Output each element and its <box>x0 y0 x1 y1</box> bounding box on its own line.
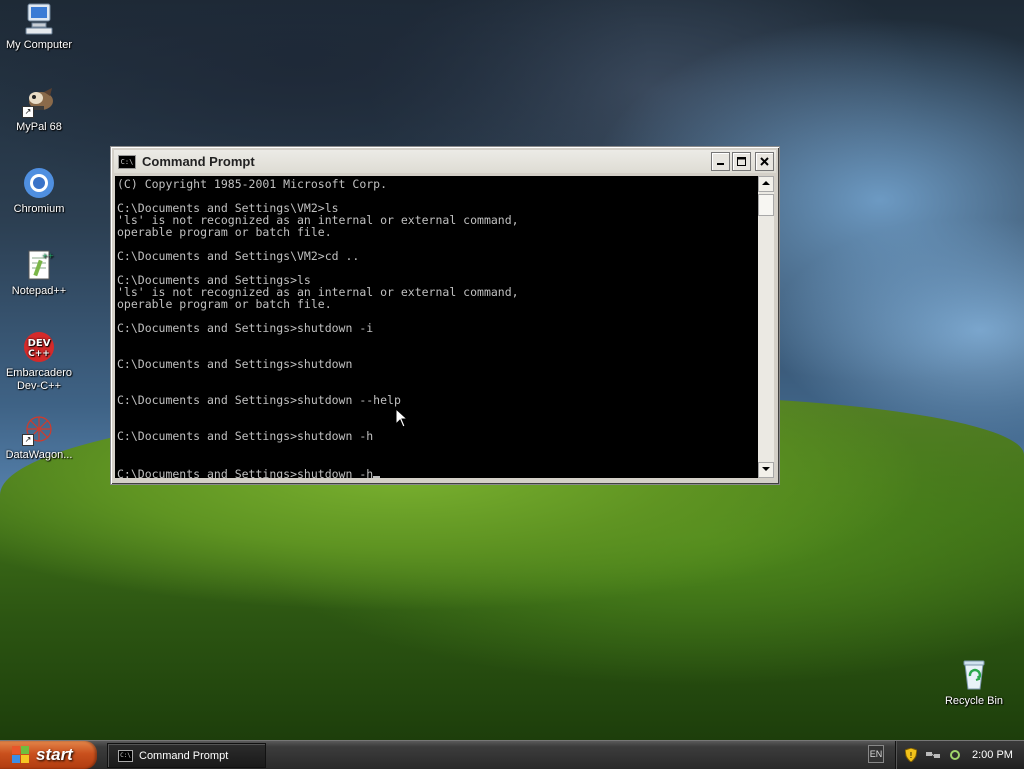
console-current-prompt: C:\Documents and Settings>shutdown -h <box>117 467 374 478</box>
text-cursor <box>373 476 381 478</box>
scroll-up-button[interactable] <box>758 176 774 192</box>
maximize-icon <box>737 157 746 166</box>
security-shield-icon[interactable]: ! <box>904 748 918 762</box>
window-titlebar[interactable]: C:\ Command Prompt <box>114 150 776 173</box>
maximize-button[interactable] <box>732 152 751 171</box>
scroll-thumb[interactable] <box>758 194 774 216</box>
windows-flag-icon <box>12 746 30 764</box>
vertical-scrollbar[interactable] <box>758 176 774 478</box>
sync-icon[interactable] <box>948 748 962 762</box>
arrow-up-icon <box>762 181 770 185</box>
command-prompt-icon: C:\ <box>118 154 136 169</box>
console-line: C:\Documents and Settings\VM2>cd .. <box>117 249 360 263</box>
desktop-icon-label: DataWagon... <box>5 449 73 461</box>
minimize-icon <box>717 163 724 165</box>
chromium-icon <box>22 166 56 200</box>
shortcut-arrow-icon: ↗ <box>22 434 34 446</box>
command-prompt-icon: C:\ <box>118 749 133 762</box>
system-tray: ! 2:00 PM <box>895 741 1024 769</box>
recycle-bin-icon <box>957 658 991 692</box>
desktop-icon-label: My Computer <box>5 39 73 51</box>
desktop-icon-notepad-plus-plus[interactable]: ++ Notepad++ <box>0 248 78 298</box>
close-button[interactable] <box>755 152 774 171</box>
window-title: Command Prompt <box>142 154 255 169</box>
desktop-icon-label: Embarcadero Dev-C++ <box>5 367 73 392</box>
taskbar: start C:\ Command Prompt EN ! 2:00 PM <box>0 740 1024 769</box>
console-line: (C) Copyright 1985-2001 Microsoft Corp. <box>117 177 388 191</box>
scroll-down-button[interactable] <box>758 462 774 478</box>
desktop-icon-label: Chromium <box>13 203 65 215</box>
desktop-icon-label: Recycle Bin <box>944 695 1004 707</box>
start-label: start <box>36 745 73 764</box>
mouse-pointer-icon <box>395 408 407 428</box>
desktop-icon-my-computer[interactable]: My Computer <box>0 2 78 52</box>
dev-cpp-icon: DEV C++ <box>22 330 56 364</box>
desktop-icon-datawagon[interactable]: ↗ DataWagon... <box>0 412 78 462</box>
desktop-icon-chromium[interactable]: Chromium <box>0 166 78 216</box>
svg-text:++: ++ <box>42 252 54 260</box>
shortcut-arrow-icon: ↗ <box>22 106 34 118</box>
start-button[interactable]: start <box>0 741 97 769</box>
console-output[interactable]: (C) Copyright 1985-2001 Microsoft Corp. … <box>115 176 758 478</box>
taskbar-button-command-prompt[interactable]: C:\ Command Prompt <box>107 743 266 768</box>
desktop-icon-recycle-bin[interactable]: Recycle Bin <box>935 658 1013 708</box>
my-computer-icon <box>22 2 56 36</box>
minimize-button[interactable] <box>711 152 730 171</box>
desktop-icon-label: MyPal 68 <box>16 121 62 133</box>
console-line: operable program or batch file. <box>117 297 332 311</box>
close-icon <box>760 157 769 166</box>
svg-text:DEV: DEV <box>28 338 51 349</box>
svg-text:!: ! <box>909 751 912 760</box>
taskbar-button-label: Command Prompt <box>139 749 229 762</box>
desktop-icon-dev-cpp[interactable]: DEV C++ Embarcadero Dev-C++ <box>0 330 78 393</box>
desktop-icon-label: Notepad++ <box>11 285 67 297</box>
desktop-icon-mypal[interactable]: ↗ MyPal 68 <box>0 84 78 134</box>
console-text: (C) Copyright 1985-2001 Microsoft Corp. … <box>115 176 758 466</box>
console-line: operable program or batch file. <box>117 225 332 239</box>
console-line: C:\Documents and Settings>shutdown <box>117 357 353 371</box>
svg-text:C++: C++ <box>28 349 50 359</box>
notepad-plus-plus-icon: ++ <box>22 248 56 282</box>
mypal-icon: ↗ <box>22 84 56 118</box>
console-line: C:\Documents and Settings>shutdown -h <box>117 429 374 443</box>
command-prompt-window[interactable]: C:\ Command Prompt (C) Copyright 1985-20… <box>110 146 780 485</box>
datawagon-icon: ↗ <box>22 412 56 446</box>
console-line: C:\Documents and Settings>shutdown -i <box>117 321 374 335</box>
network-icon[interactable] <box>926 748 940 762</box>
clock[interactable]: 2:00 PM <box>972 749 1013 761</box>
console-line: C:\Documents and Settings>shutdown --hel… <box>117 393 401 407</box>
language-indicator[interactable]: EN <box>868 745 884 763</box>
arrow-down-icon <box>762 467 770 471</box>
